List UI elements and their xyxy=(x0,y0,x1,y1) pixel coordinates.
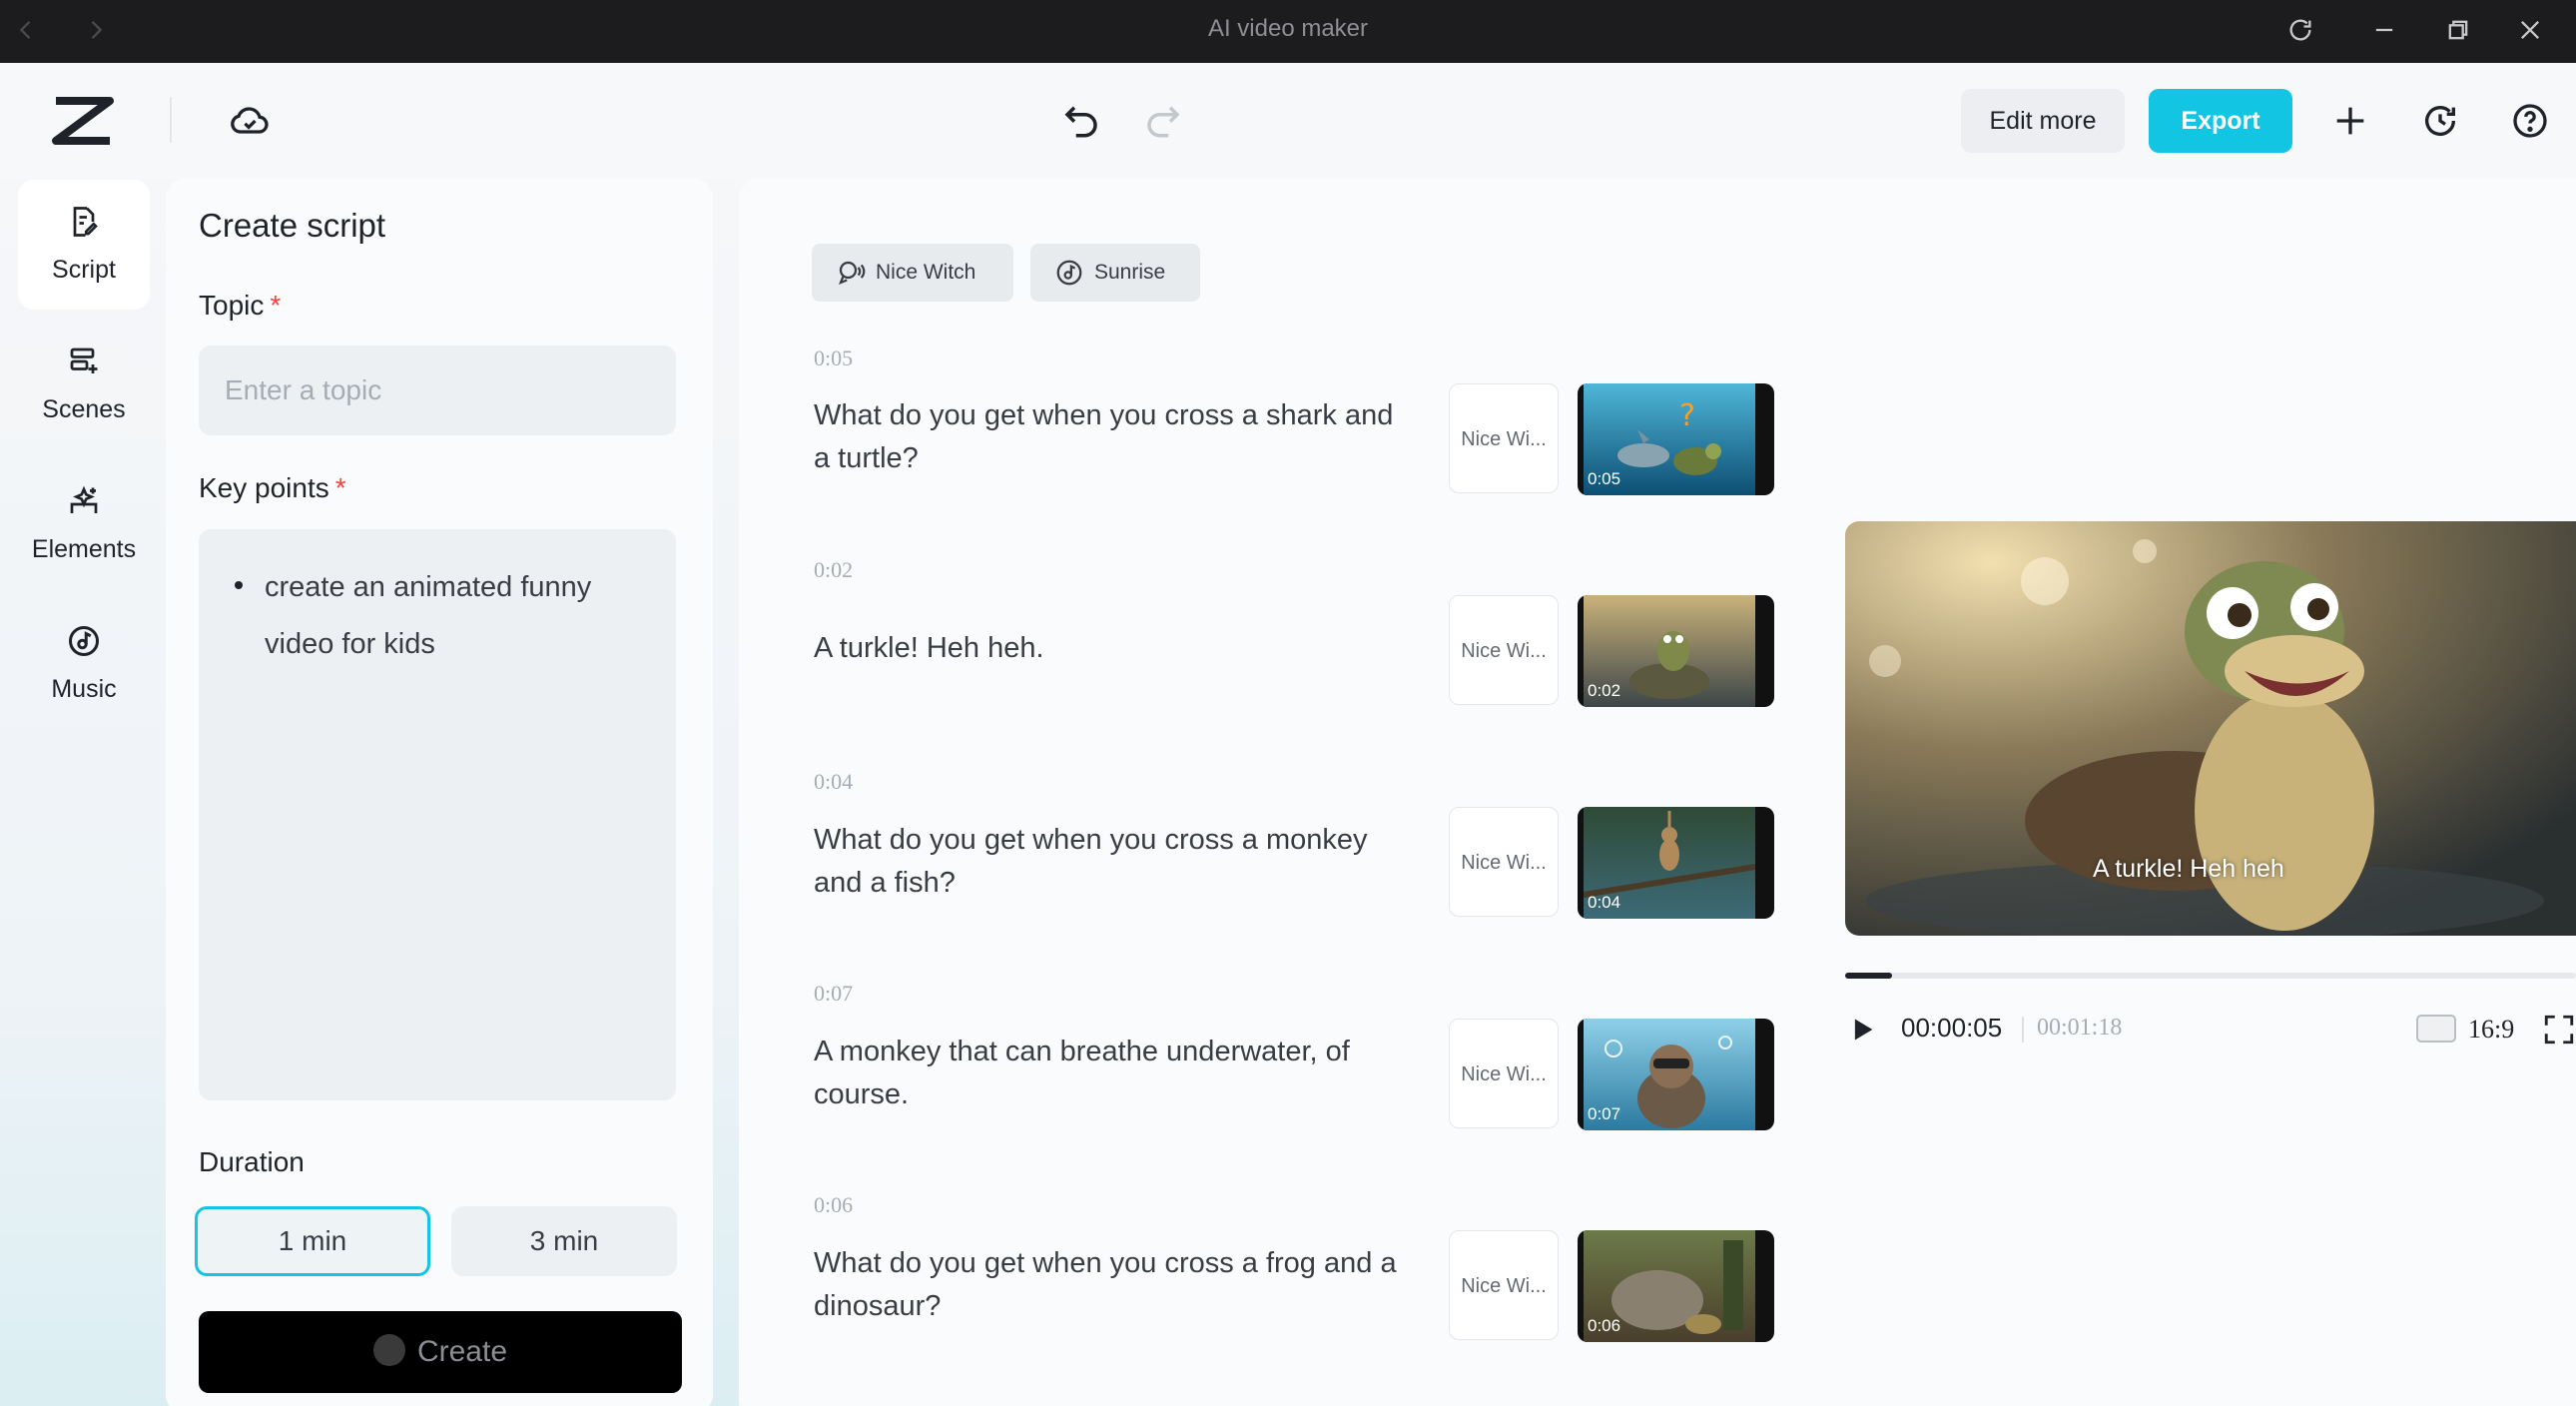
duration-1min-button[interactable]: 1 min xyxy=(195,1206,430,1276)
scene-thumbnail[interactable]: 0:04 xyxy=(1578,807,1774,919)
voice-chip-label: Nice Witch xyxy=(876,244,975,302)
scene-text[interactable]: What do you get when you cross a monkey … xyxy=(814,819,1413,905)
key-point-item: create an animated funny video for kids xyxy=(265,559,644,673)
export-button[interactable]: Export xyxy=(2149,89,2292,153)
scene-duration: 0:05 xyxy=(814,346,853,371)
capcut-logo-icon[interactable] xyxy=(50,93,116,149)
music-chip[interactable]: Sunrise xyxy=(1030,244,1200,302)
thumbnail-duration: 0:07 xyxy=(1588,1104,1620,1124)
topic-label: Topic* xyxy=(199,290,281,322)
panel-title: Create script xyxy=(199,207,385,245)
refresh-icon[interactable] xyxy=(2278,8,2322,52)
minimize-icon[interactable] xyxy=(2362,8,2406,52)
bullet-dot xyxy=(235,581,243,589)
script-icon xyxy=(66,204,102,240)
window-title: AI video maker xyxy=(0,0,2576,63)
scene-text[interactable]: What do you get when you cross a shark a… xyxy=(814,394,1413,480)
scene-duration: 0:02 xyxy=(814,557,853,583)
scene-voice-button[interactable]: Nice Wi... xyxy=(1449,807,1559,917)
svg-text:?: ? xyxy=(1679,398,1695,433)
edit-more-button[interactable]: Edit more xyxy=(1961,89,2125,153)
cloud-sync-icon[interactable] xyxy=(228,99,272,143)
key-points-editor[interactable]: create an animated funny video for kids xyxy=(199,529,676,1100)
current-time: 00:00:05 xyxy=(1901,1013,2002,1044)
create-button[interactable]: Create xyxy=(199,1311,682,1393)
scene-thumbnail[interactable]: 0:02 xyxy=(1578,595,1774,707)
voice-icon xyxy=(836,258,866,288)
aspect-ratio-label[interactable]: 16:9 xyxy=(2468,1015,2514,1045)
toolbar-divider xyxy=(170,97,172,143)
scene-text[interactable]: A monkey that can breathe underwater, of… xyxy=(814,1031,1413,1116)
scene-voice-button[interactable]: Nice Wi... xyxy=(1449,595,1559,705)
scene-thumbnail[interactable]: ? 0:05 xyxy=(1578,383,1774,495)
restore-icon[interactable] xyxy=(2436,8,2480,52)
nav-elements[interactable]: Elements xyxy=(18,459,150,589)
nav-music[interactable]: Music xyxy=(18,599,150,729)
help-icon[interactable] xyxy=(2510,101,2550,141)
progress-fill xyxy=(1845,973,1892,979)
music-chip-label: Sunrise xyxy=(1094,244,1165,302)
music-icon xyxy=(66,623,102,659)
required-mark: * xyxy=(270,290,281,321)
preview-caption: A turkle! Heh heh xyxy=(2093,855,2284,884)
scene-duration: 0:04 xyxy=(814,769,853,795)
voice-chip[interactable]: Nice Witch xyxy=(812,244,1013,302)
top-toolbar: Edit more Export xyxy=(0,63,2576,179)
nav-script[interactable]: Script xyxy=(18,180,150,310)
close-icon[interactable] xyxy=(2508,8,2552,52)
add-icon[interactable] xyxy=(2330,101,2370,141)
loading-spinner-icon xyxy=(373,1334,405,1366)
required-mark: * xyxy=(335,472,346,503)
play-icon[interactable] xyxy=(1849,1015,1877,1045)
undo-icon[interactable] xyxy=(1060,99,1102,141)
nav-music-label: Music xyxy=(18,675,150,704)
nav-scenes-label: Scenes xyxy=(18,395,150,424)
playback-progress-bar[interactable] xyxy=(1845,973,2576,979)
scene-thumbnail[interactable]: 0:07 xyxy=(1578,1019,1774,1130)
thumbnail-duration: 0:02 xyxy=(1588,681,1620,701)
total-time: 00:01:18 xyxy=(2037,1015,2122,1042)
topic-input[interactable] xyxy=(199,346,676,435)
thumbnail-duration: 0:04 xyxy=(1588,893,1620,913)
aspect-ratio-icon[interactable] xyxy=(2416,1015,2456,1043)
history-icon[interactable] xyxy=(2420,101,2460,141)
redo-icon[interactable] xyxy=(1142,99,1184,141)
time-divider xyxy=(2022,1017,2024,1043)
scenes-icon xyxy=(66,344,102,379)
duration-3min-button[interactable]: 3 min xyxy=(451,1206,677,1276)
key-points-label: Key points* xyxy=(199,472,346,504)
music-icon xyxy=(1054,258,1084,288)
video-preview[interactable]: A turkle! Heh heh xyxy=(1845,521,2576,936)
scene-voice-button[interactable]: Nice Wi... xyxy=(1449,1230,1559,1340)
thumbnail-duration: 0:05 xyxy=(1588,469,1620,489)
scene-duration: 0:07 xyxy=(814,981,853,1007)
scene-thumbnail[interactable]: 0:06 xyxy=(1578,1230,1774,1342)
scene-text[interactable]: What do you get when you cross a frog an… xyxy=(814,1242,1413,1328)
scene-duration: 0:06 xyxy=(814,1192,853,1218)
fullscreen-icon[interactable] xyxy=(2542,1013,2576,1047)
thumbnail-duration: 0:06 xyxy=(1588,1316,1620,1336)
nav-script-label: Script xyxy=(18,256,150,285)
duration-label: Duration xyxy=(199,1146,305,1178)
nav-scenes[interactable]: Scenes xyxy=(18,320,150,449)
scene-text[interactable]: A turkle! Heh heh. xyxy=(814,627,1413,670)
title-bar: AI video maker xyxy=(0,0,2576,63)
elements-icon xyxy=(66,483,102,519)
scene-voice-button[interactable]: Nice Wi... xyxy=(1449,1019,1559,1128)
nav-elements-label: Elements xyxy=(18,535,150,564)
scene-voice-button[interactable]: Nice Wi... xyxy=(1449,383,1559,493)
